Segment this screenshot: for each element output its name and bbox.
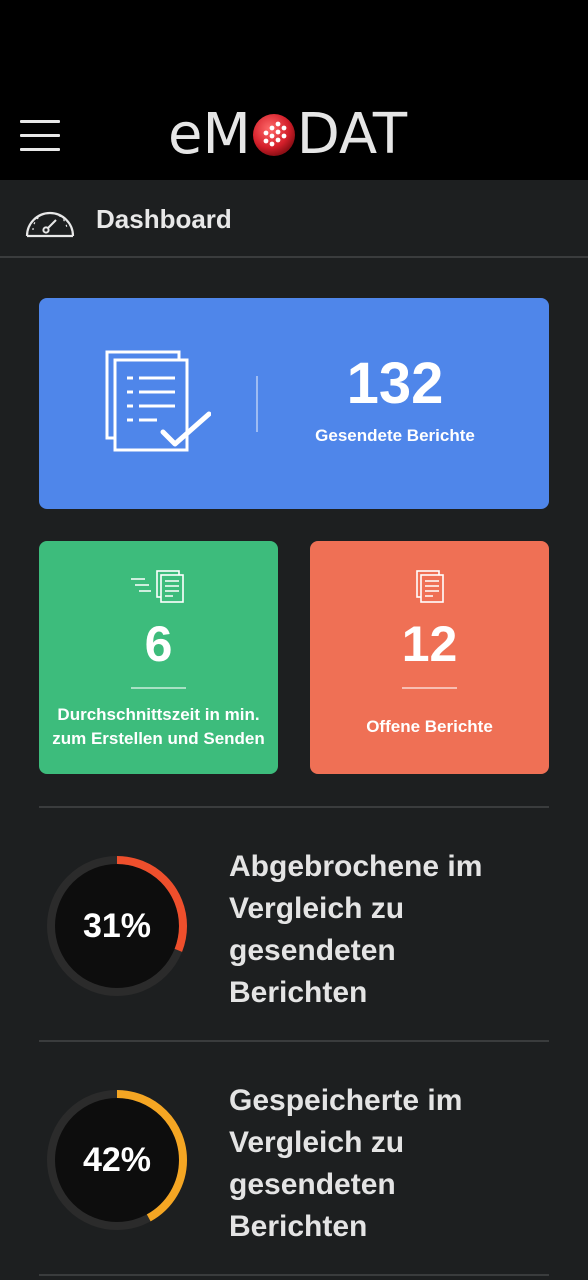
card-rule [402,687,457,689]
app-logo: eM DAT [168,102,407,168]
document-check-icon [105,350,211,452]
cancelled-description: Abgebrochene im Vergleich zu gesendeten … [229,850,483,1009]
document-icon [415,570,444,603]
gauge-icon [25,211,75,238]
avg-time-card[interactable]: 6 Durchschnittszeit in min. zum Erstelle… [39,541,278,774]
status-bar [0,0,588,96]
divider [39,1274,549,1276]
saved-stat: 42% Gespeicherte im Vergleich zu gesende… [39,1080,549,1270]
open-reports-label: Offene Berichte [366,717,493,736]
logo-text-left: eM [168,102,251,167]
divider [39,1040,549,1042]
sent-reports-count: 132 [346,351,444,416]
saved-percent: 42% [82,1140,152,1179]
sent-reports-card[interactable]: 132 Gesendete Berichte [39,298,549,509]
logo-mark-icon [252,114,295,156]
cancelled-percent: 31% [82,906,152,945]
divider [39,806,549,808]
open-reports-card[interactable]: 12 Offene Berichte [310,541,549,774]
app-bar: eM DAT [0,96,588,180]
cancelled-stat: 31% Abgebrochene im Vergleich zu gesende… [39,846,549,1036]
breadcrumb: Dashboard [0,180,588,258]
page-title: Dashboard [96,204,232,234]
sent-reports-label: Gesendete Berichte [315,426,475,445]
avg-time-label: Durchschnittszeit in min. zum Erstellen … [52,705,265,748]
avg-time-value: 6 [144,616,173,672]
menu-icon[interactable] [20,118,62,154]
open-reports-count: 12 [401,616,458,672]
fast-document-icon [130,570,184,603]
logo-text-right: DAT [296,102,408,167]
saved-description: Gespeicherte im Vergleich zu gesendeten … [229,1084,463,1243]
card-rule [131,687,186,689]
